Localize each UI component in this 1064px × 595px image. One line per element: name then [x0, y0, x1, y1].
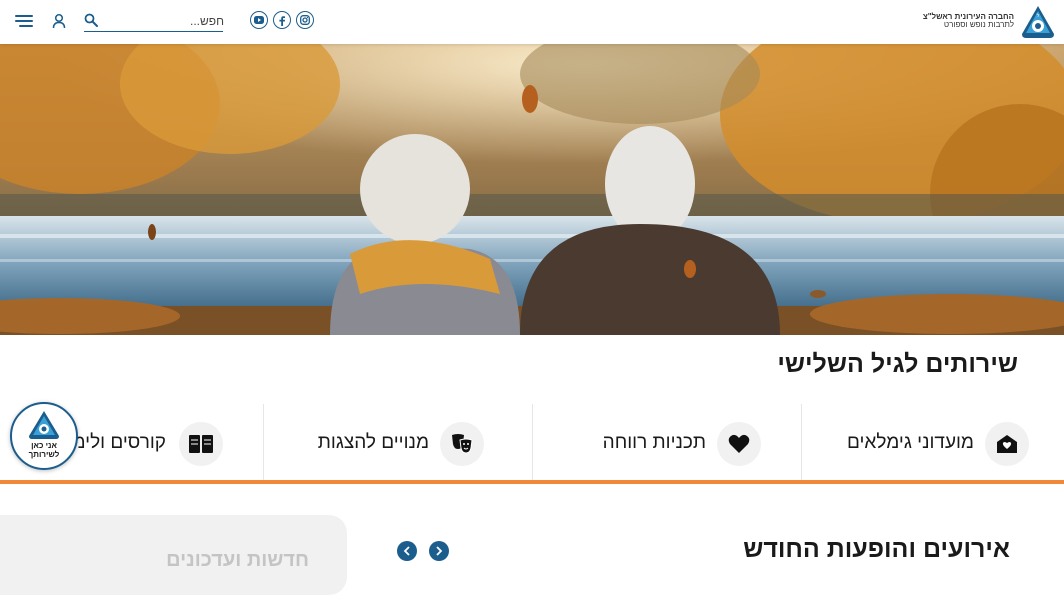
theater-masks-icon	[440, 422, 484, 466]
service-item-welfare-programs[interactable]: תכניות רווחה	[528, 404, 796, 480]
help-badge-label: אני כאן לשירותך	[12, 441, 76, 460]
svg-text:ל: ל	[1037, 13, 1040, 19]
search-input[interactable]	[102, 11, 226, 31]
help-badge-line-2: לשירותך	[28, 449, 60, 459]
logo-mark-icon: ל	[1022, 6, 1054, 38]
service-item-theater-subscriptions[interactable]: מנויים להצגות	[261, 404, 529, 480]
news-panel-title: חדשות ועדכונים	[166, 549, 309, 571]
book-icon	[179, 422, 223, 466]
hero-photo	[0, 44, 1064, 335]
search-bar	[84, 9, 226, 32]
carousel-prev-button[interactable]	[397, 541, 417, 561]
carousel-next-button[interactable]	[429, 541, 449, 561]
news-panel: חדשות ועדכונים	[0, 515, 347, 595]
social-links	[250, 11, 314, 31]
instagram-icon[interactable]	[296, 11, 314, 29]
service-label: מועדוני גימלאים	[846, 432, 974, 453]
services-underline	[0, 480, 1064, 484]
menu-icon[interactable]	[15, 14, 33, 28]
chevron-left-icon	[403, 546, 410, 556]
home-heart-icon	[985, 422, 1029, 466]
divider	[263, 404, 264, 480]
logo-line-2: לתרבות נופש וספורט	[943, 20, 1014, 30]
facebook-icon[interactable]	[273, 11, 291, 29]
hero-image	[0, 44, 1064, 335]
search-icon[interactable]	[84, 13, 98, 27]
help-badge-button[interactable]: אני כאן לשירותך	[10, 402, 78, 470]
services-title: שירותים לגיל השלישי	[777, 350, 1018, 378]
user-icon[interactable]	[52, 13, 66, 29]
logo-text: החברה העירונית ראשל"צ לתרבות נופש וספורט	[923, 12, 1014, 30]
site-logo[interactable]: ל החברה העירונית ראשל"צ לתרבות נופש וספו…	[923, 4, 1056, 40]
heart-icon	[717, 422, 761, 466]
chevron-right-icon	[436, 546, 443, 556]
service-item-pensioner-clubs[interactable]: מועדוני גימלאים	[796, 404, 1064, 480]
logo-mark-icon	[29, 411, 59, 439]
site-header: ל החברה העירונית ראשל"צ לתרבות נופש וספו…	[0, 0, 1064, 44]
service-label: מנויים להצגות	[317, 432, 429, 453]
service-label: תכניות רווחה	[602, 432, 706, 453]
youtube-icon[interactable]	[250, 11, 268, 29]
divider	[801, 404, 802, 480]
divider	[532, 404, 533, 480]
